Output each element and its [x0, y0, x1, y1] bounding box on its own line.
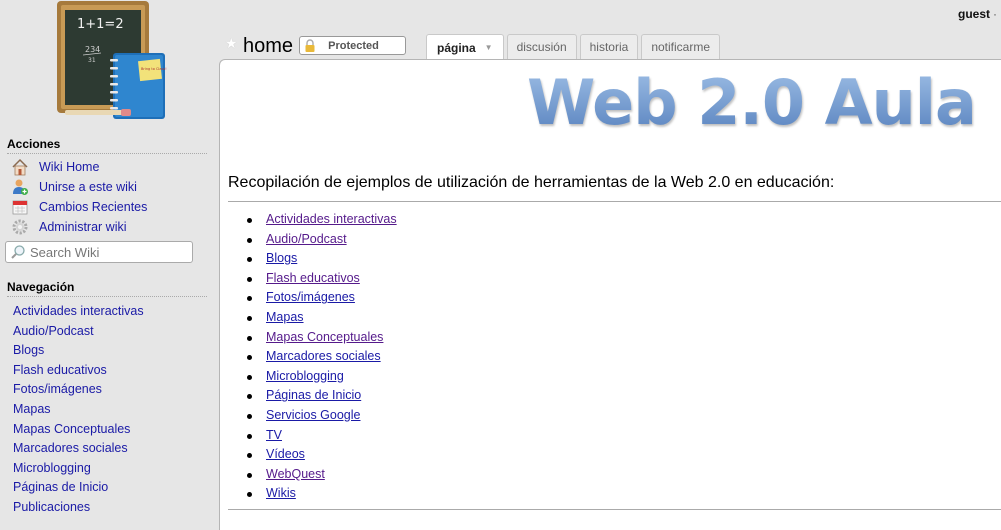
content-heading: Recopilación de ejemplos de utilización … — [228, 174, 835, 191]
nav-item[interactable]: Microblogging — [13, 459, 144, 479]
protected-label: Protected — [328, 39, 379, 52]
star-icon[interactable]: ★ — [225, 35, 238, 52]
content-link[interactable]: Marcadores sociales — [266, 349, 381, 363]
divider — [228, 201, 1001, 202]
search-box[interactable] — [5, 241, 193, 263]
content-link[interactable]: WebQuest — [266, 467, 325, 481]
gear-icon — [11, 218, 29, 236]
nav-item[interactable]: Fotos/imágenes — [13, 380, 144, 400]
actions-title: Acciones — [7, 137, 207, 154]
nav-item[interactable]: Flash educativos — [13, 361, 144, 381]
wiki-logo[interactable]: 1+1=2 234 31 Bring to Class! — [55, 0, 167, 122]
nav-item[interactable]: Actividades interactivas — [13, 302, 144, 322]
content-link[interactable]: Páginas de Inicio — [266, 388, 361, 402]
nav-item[interactable]: Audio/Podcast — [13, 322, 144, 342]
search-icon — [10, 244, 26, 260]
nav-item[interactable]: Publicaciones — [13, 498, 144, 518]
nav-item[interactable]: Marcadores sociales — [13, 439, 144, 459]
sidebar: 1+1=2 234 31 Bring to Class! Acciones Wi… — [0, 0, 219, 514]
tab-notificarme[interactable]: notificarme — [641, 34, 720, 59]
list-item: Fotos/imágenes — [247, 288, 397, 308]
nav-item[interactable]: Páginas de Inicio — [13, 478, 144, 498]
board-text-2: 234 — [85, 45, 100, 54]
user-menu[interactable]: guest · — [958, 7, 997, 21]
list-item: Blogs — [247, 249, 397, 269]
nav-item[interactable]: Blogs — [13, 341, 144, 361]
content-link[interactable]: Audio/Podcast — [266, 232, 347, 246]
content-link[interactable]: Mapas — [266, 310, 304, 324]
divider — [228, 509, 1001, 510]
content-link[interactable]: Blogs — [266, 251, 297, 265]
lock-icon — [304, 39, 316, 52]
list-item: Flash educativos — [247, 269, 397, 289]
tab-discusion[interactable]: discusión — [506, 34, 577, 59]
content-link[interactable]: Wikis — [266, 486, 296, 500]
tab-label: discusión — [516, 40, 567, 54]
content-link-list: Actividades interactivas Audio/Podcast B… — [247, 210, 397, 504]
page-title: home — [243, 35, 294, 57]
action-join-wiki[interactable]: Unirse a este wiki — [11, 177, 147, 197]
protected-badge: Protected — [299, 36, 406, 55]
page-content: Web 2.0 Aula Recopilación de ejemplos de… — [219, 59, 1001, 530]
tab-pagina[interactable]: página ▼ — [426, 34, 504, 60]
note-text: Bring to Class! — [141, 67, 167, 71]
content-link[interactable]: Mapas Conceptuales — [266, 330, 383, 344]
content-link[interactable]: Vídeos — [266, 447, 305, 461]
calendar-icon — [11, 198, 29, 216]
list-item: Microblogging — [247, 367, 397, 387]
username: guest — [957, 7, 990, 21]
page-tabs: página ▼ discusión historia notificarme — [426, 34, 723, 60]
board-text-3: 31 — [88, 57, 96, 64]
list-item: Páginas de Inicio — [247, 386, 397, 406]
action-label: Unirse a este wiki — [39, 180, 137, 194]
list-item: Actividades interactivas — [247, 210, 397, 230]
board-text-1: 1+1=2 — [77, 17, 124, 32]
list-item: Marcadores sociales — [247, 347, 397, 367]
nav-item[interactable]: Mapas Conceptuales — [13, 420, 144, 440]
navigation-list: Actividades interactivas Audio/Podcast B… — [13, 302, 144, 518]
navigation-title: Navegación — [7, 280, 207, 297]
house-icon — [11, 158, 29, 176]
tab-label: notificarme — [651, 40, 710, 54]
search-input[interactable] — [30, 244, 180, 260]
nav-item[interactable]: Mapas — [13, 400, 144, 420]
list-item: Mapas Conceptuales — [247, 328, 397, 348]
list-item: Vídeos — [247, 445, 397, 465]
user-add-icon — [11, 178, 29, 196]
action-admin-wiki[interactable]: Administrar wiki — [11, 217, 147, 237]
user-separator: · — [993, 7, 997, 21]
list-item: Servicios Google — [247, 406, 397, 426]
list-item: Audio/Podcast — [247, 230, 397, 250]
content-link[interactable]: Microblogging — [266, 369, 344, 383]
action-label: Cambios Recientes — [39, 200, 148, 214]
content-link[interactable]: Servicios Google — [266, 408, 361, 422]
list-item: WebQuest — [247, 465, 397, 485]
tab-label: página — [437, 40, 476, 55]
banner-title: Web 2.0 Aula — [527, 66, 977, 139]
list-item: Wikis — [247, 484, 397, 504]
content-link[interactable]: Fotos/imágenes — [266, 290, 355, 304]
content-link[interactable]: Actividades interactivas — [266, 212, 397, 226]
tab-label: historia — [589, 40, 629, 54]
action-wiki-home[interactable]: Wiki Home — [11, 157, 147, 177]
tab-historia[interactable]: historia — [579, 34, 639, 59]
list-item: TV — [247, 426, 397, 446]
list-item: Mapas — [247, 308, 397, 328]
action-recent-changes[interactable]: Cambios Recientes — [11, 197, 147, 217]
action-label: Wiki Home — [39, 160, 100, 174]
actions-list: Wiki Home Unirse a este wiki Cambios Rec… — [11, 157, 147, 237]
content-link[interactable]: Flash educativos — [266, 271, 360, 285]
chevron-down-icon[interactable]: ▼ — [485, 43, 493, 52]
action-label: Administrar wiki — [39, 220, 127, 234]
content-link[interactable]: TV — [266, 428, 282, 442]
